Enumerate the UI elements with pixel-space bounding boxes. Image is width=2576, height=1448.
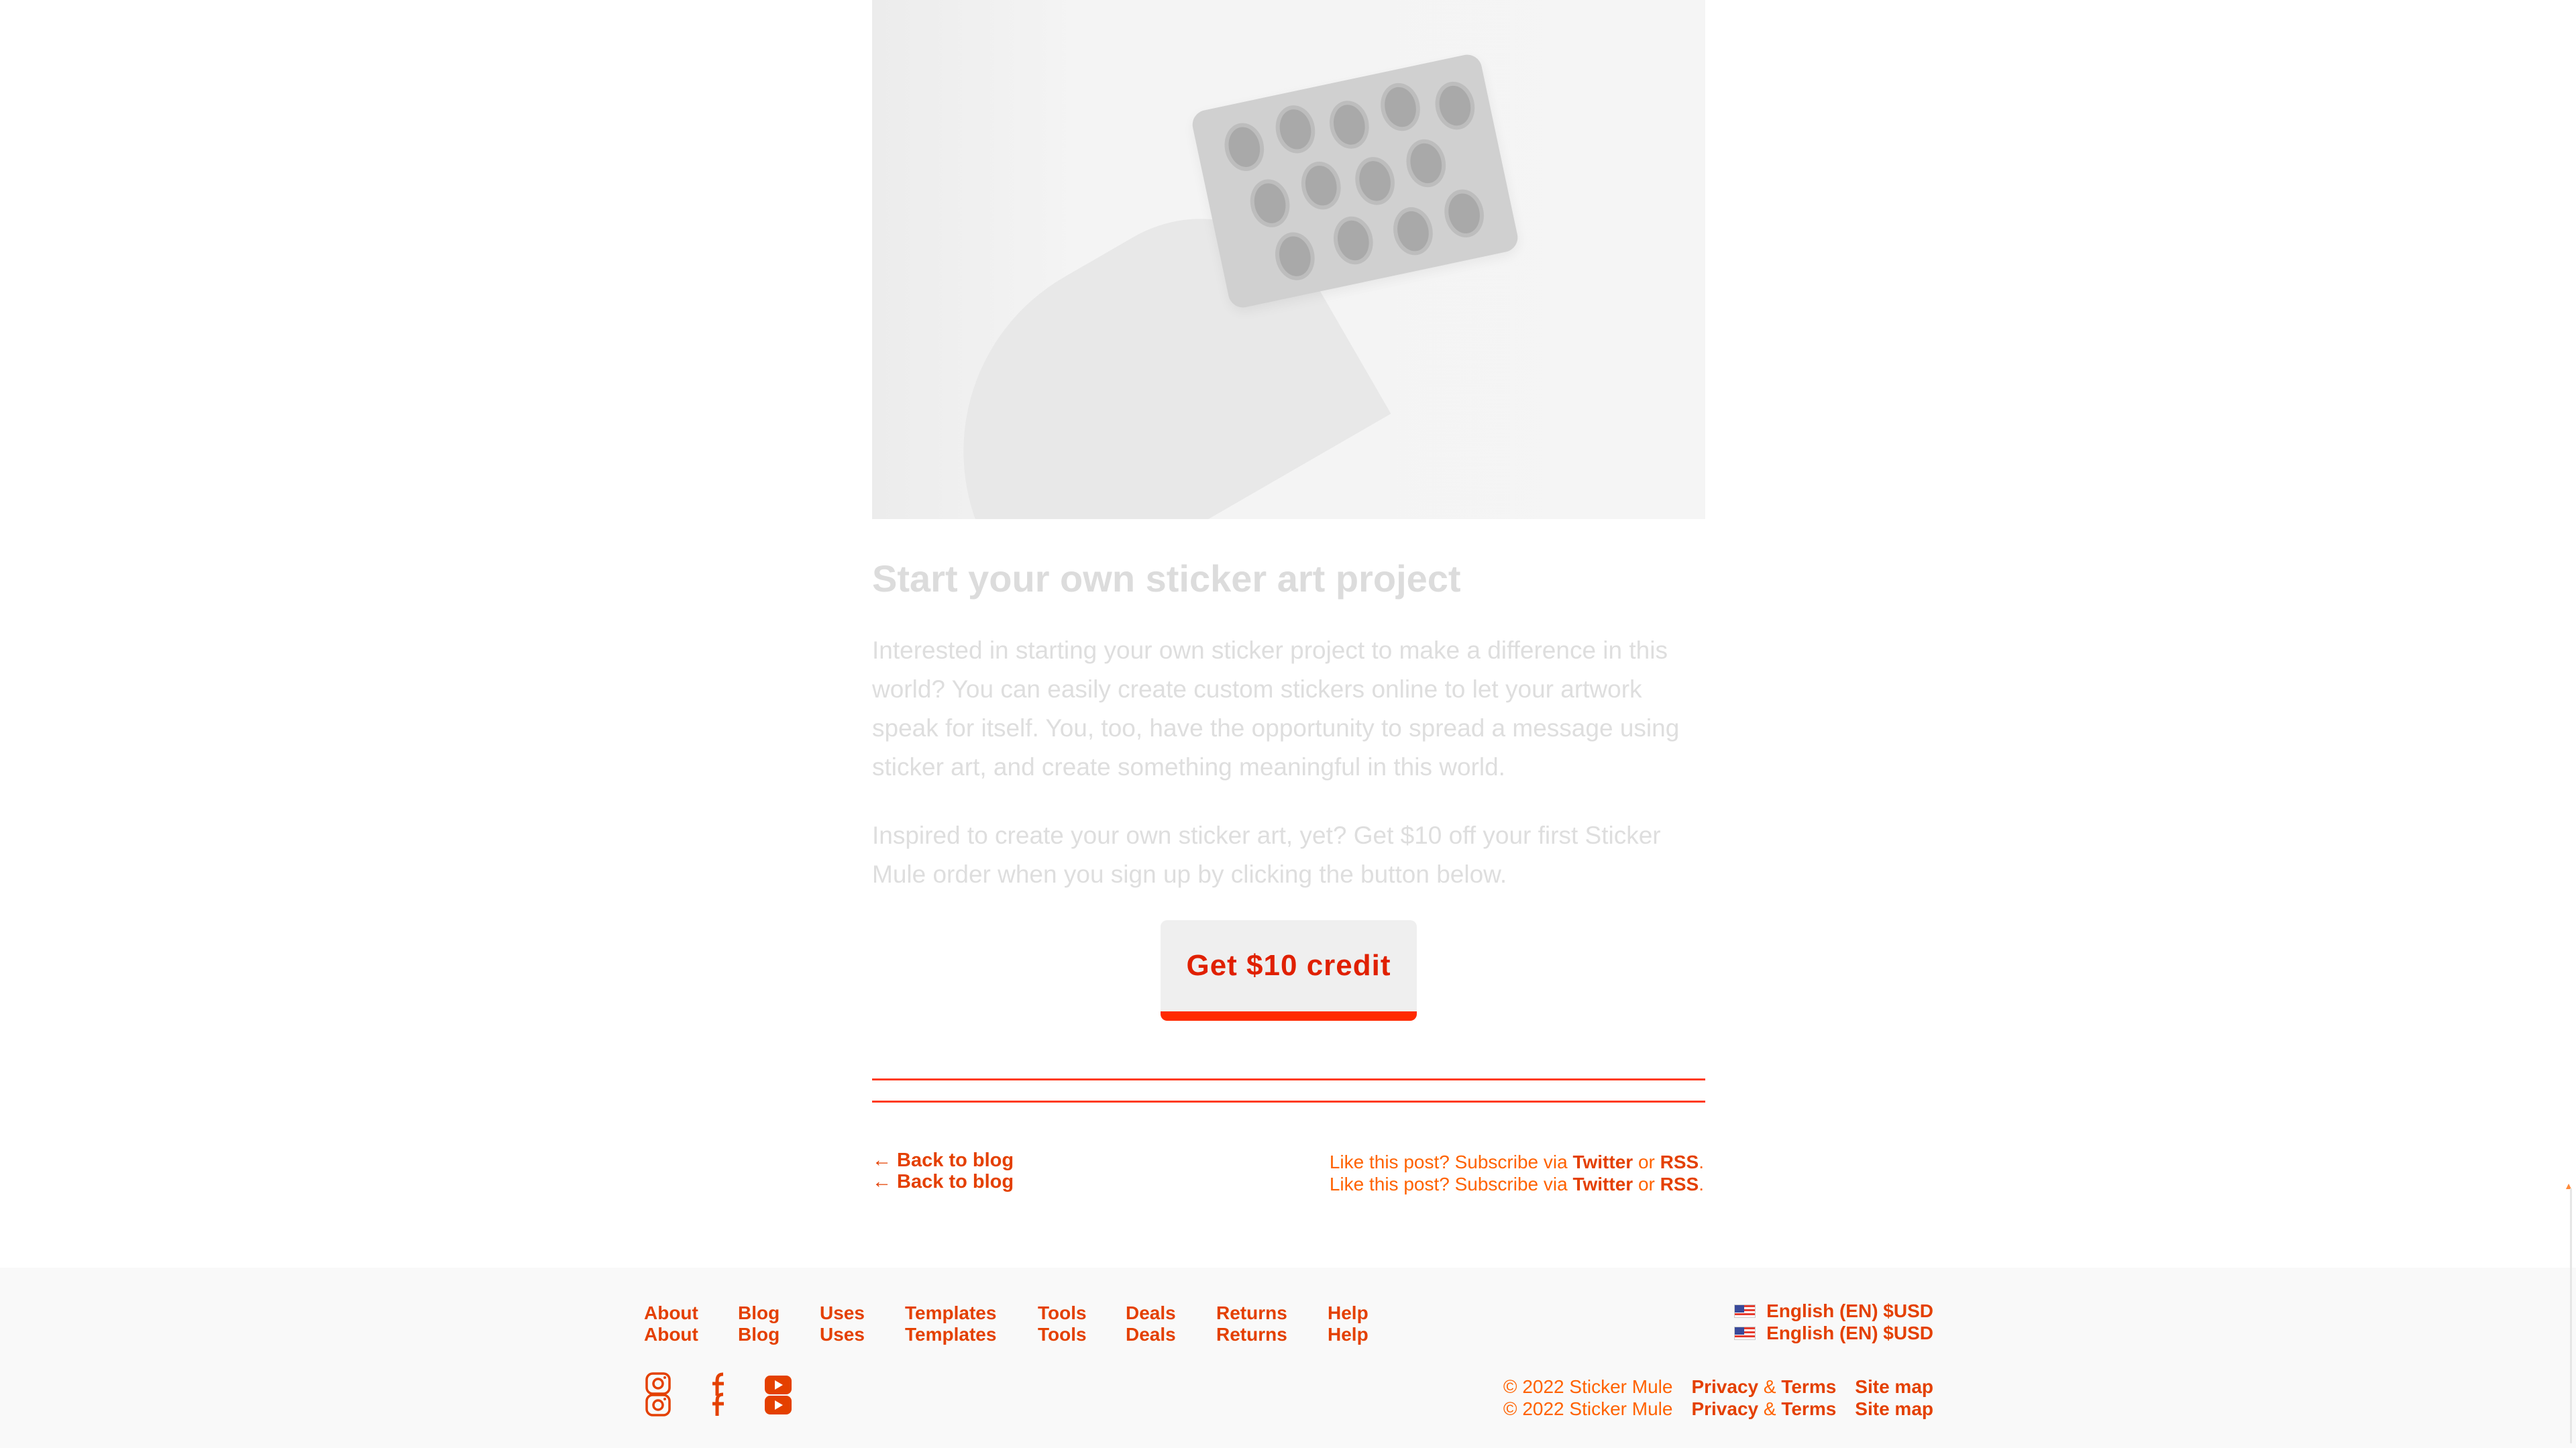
footer-nav: About Blog Uses Templates Tools Deals Re…	[644, 1323, 1368, 1346]
copyright-text: © 2022 Sticker Mule	[1503, 1398, 1673, 1419]
face-shape	[1376, 79, 1425, 135]
footer-link-uses[interactable]: Uses	[820, 1323, 905, 1346]
divider	[872, 1078, 1705, 1080]
amp-text: &	[1758, 1376, 1782, 1397]
amp-text: &	[1758, 1398, 1782, 1419]
twitter-link[interactable]: Twitter	[1572, 1174, 1633, 1194]
article-heading: Start your own sticker art project	[872, 557, 1461, 600]
scrollbar[interactable]: ▲	[2564, 1180, 2576, 1448]
footer-link-tools[interactable]: Tools	[1038, 1302, 1126, 1325]
footer-link-help[interactable]: Help	[1328, 1323, 1368, 1346]
privacy-link[interactable]: Privacy	[1691, 1376, 1758, 1397]
site-map-link[interactable]: Site map	[1855, 1376, 1933, 1398]
footer-link-uses[interactable]: Uses	[820, 1302, 905, 1325]
face-shape	[1440, 186, 1489, 241]
footer-link-deals[interactable]: Deals	[1126, 1323, 1216, 1346]
face-shape	[1325, 97, 1374, 153]
divider	[872, 1101, 1705, 1103]
footer-nav: About Blog Uses Templates Tools Deals Re…	[644, 1302, 1368, 1325]
back-to-blog-link[interactable]: ← Back to blog	[872, 1149, 1014, 1172]
us-flag-icon	[1734, 1304, 1756, 1318]
facebook-icon[interactable]	[706, 1372, 735, 1417]
subscribe-prefix: Like this post? Subscribe via	[1329, 1174, 1573, 1194]
footer-link-templates[interactable]: Templates	[905, 1323, 1038, 1346]
footer	[0, 1268, 2576, 1448]
face-shape	[1271, 101, 1320, 158]
rss-link[interactable]: RSS	[1660, 1152, 1699, 1172]
face-shape	[1350, 153, 1399, 209]
period-text: .	[1699, 1174, 1704, 1194]
subscribe-prefix: Like this post? Subscribe via	[1329, 1152, 1573, 1172]
us-flag-icon	[1734, 1327, 1756, 1340]
terms-link[interactable]: Terms	[1781, 1376, 1836, 1397]
face-shape	[1389, 203, 1438, 259]
language-selector[interactable]: English (EN) $USD	[1734, 1322, 1933, 1345]
face-shape	[1431, 78, 1479, 133]
sticker-card	[1189, 52, 1521, 311]
footer-link-tools[interactable]: Tools	[1038, 1323, 1126, 1346]
back-to-blog-link[interactable]: ← Back to blog	[872, 1170, 1014, 1193]
face-shape	[1401, 135, 1450, 191]
footer-link-returns[interactable]: Returns	[1216, 1323, 1328, 1346]
footer-link-blog[interactable]: Blog	[738, 1323, 820, 1346]
language-selector[interactable]: English (EN) $USD	[1734, 1300, 1933, 1323]
site-map-link[interactable]: Site map	[1855, 1398, 1933, 1421]
article-paragraph: Interested in starting your own sticker …	[872, 636, 1680, 781]
article-paragraph: Inspired to create your own sticker art,…	[872, 822, 1661, 888]
rss-link[interactable]: RSS	[1660, 1174, 1699, 1194]
legal-row: © 2022 Sticker Mule Privacy & Terms Site…	[1503, 1376, 1933, 1398]
youtube-icon[interactable]	[763, 1372, 793, 1417]
subscribe-line: Like this post? Subscribe via Twitter or…	[1330, 1151, 1704, 1174]
get-credit-button[interactable]: Get $10 credit	[1161, 920, 1417, 1021]
copyright-text: © 2022 Sticker Mule	[1503, 1376, 1673, 1397]
privacy-link[interactable]: Privacy	[1691, 1398, 1758, 1419]
scrollbar-track[interactable]	[2570, 1188, 2572, 1443]
footer-link-templates[interactable]: Templates	[905, 1302, 1038, 1325]
footer-link-help[interactable]: Help	[1328, 1302, 1368, 1325]
footer-link-deals[interactable]: Deals	[1126, 1302, 1216, 1325]
twitter-link[interactable]: Twitter	[1572, 1152, 1633, 1172]
language-label: English (EN) $USD	[1766, 1300, 1933, 1321]
face-shape	[1297, 158, 1346, 213]
period-text: .	[1699, 1152, 1704, 1172]
face-shape	[1329, 213, 1378, 268]
hero-image	[872, 0, 1705, 519]
instagram-icon[interactable]	[644, 1372, 674, 1417]
language-label: English (EN) $USD	[1766, 1323, 1933, 1343]
terms-link[interactable]: Terms	[1781, 1398, 1836, 1419]
subscribe-line: Like this post? Subscribe via Twitter or…	[1330, 1173, 1704, 1196]
footer-link-about[interactable]: About	[644, 1302, 738, 1325]
face-shape	[1220, 119, 1269, 175]
footer-link-about[interactable]: About	[644, 1323, 738, 1346]
footer-link-returns[interactable]: Returns	[1216, 1302, 1328, 1325]
face-shape	[1271, 228, 1320, 284]
footer-link-blog[interactable]: Blog	[738, 1302, 820, 1325]
or-text: or	[1633, 1174, 1660, 1194]
face-shape	[1246, 175, 1294, 231]
or-text: or	[1633, 1152, 1660, 1172]
page: Start your own sticker art project Inter…	[0, 0, 2576, 1448]
legal-row: © 2022 Sticker Mule Privacy & Terms Site…	[1503, 1398, 1933, 1421]
